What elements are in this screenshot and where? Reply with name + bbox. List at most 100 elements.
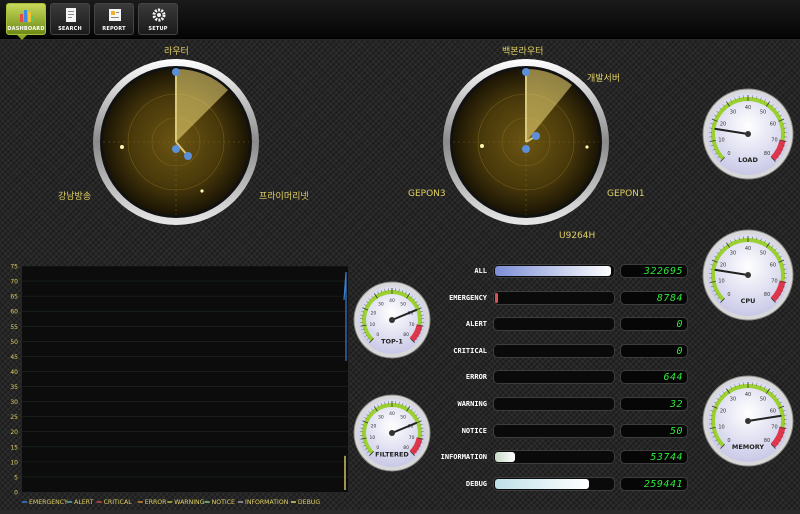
stat-row-alert[interactable]: ALERT 0 xyxy=(430,316,740,334)
gauge-scale-number: 30 xyxy=(730,251,736,257)
chart-y-tick-label: 5 xyxy=(14,474,18,481)
gauge-filtered: 01020304050607080FILTERED xyxy=(354,395,430,471)
stat-counter: 32 xyxy=(620,397,688,411)
chart-y-tick-label: 75 xyxy=(10,264,18,271)
gauge-hub xyxy=(389,430,395,436)
radar-label-gangnam: 강남방송 xyxy=(58,189,91,202)
radar-backbone xyxy=(443,59,609,225)
chart-legend-item: INFORMATION xyxy=(245,499,289,506)
stat-bar xyxy=(493,450,615,464)
gauge-scale-number: 10 xyxy=(370,435,376,441)
radar-node-primary[interactable] xyxy=(184,152,192,160)
chart-legend-item: ALERT xyxy=(74,499,93,506)
radar-node-router[interactable] xyxy=(172,68,180,76)
gauge-scale-number: 50 xyxy=(400,301,406,307)
gauge-scale-number: 50 xyxy=(760,110,766,116)
radar-node-backbone[interactable] xyxy=(522,68,530,76)
stat-label: ERROR xyxy=(466,373,487,381)
radar-label-backbone: 백본라우터 xyxy=(502,44,543,57)
event-chart: 051015202530354045505560657075EMERGENCYA… xyxy=(6,258,350,510)
stat-bar xyxy=(493,264,615,278)
gauge-scale-number: 30 xyxy=(378,301,384,307)
stat-counter: 50 xyxy=(620,424,688,438)
chart-y-tick-label: 15 xyxy=(10,444,18,451)
gauge-label: LOAD xyxy=(738,156,758,164)
gauge-scale-number: 80 xyxy=(764,438,770,444)
stat-bar xyxy=(493,317,615,331)
gauge-scale-number: 70 xyxy=(771,424,777,430)
radar-label-router: 라우터 xyxy=(164,44,189,57)
chart-y-tick-label: 0 xyxy=(14,490,18,497)
chart-y-tick-label: 10 xyxy=(10,459,18,466)
chart-y-tick-label: 70 xyxy=(10,279,18,286)
gauge-scale-number: 70 xyxy=(409,435,415,441)
stat-row-emergency[interactable]: EMERGENCY 8784 xyxy=(430,290,740,308)
gauge-label: TOP-1 xyxy=(381,337,403,345)
gauge-scale-number: 60 xyxy=(770,409,776,415)
gauge-scale-number: 70 xyxy=(409,322,415,328)
chart-y-tick-label: 25 xyxy=(10,414,18,421)
stat-row-critical[interactable]: CRITICAL0 xyxy=(430,343,740,361)
gauge-hub xyxy=(745,131,751,137)
chart-legend-item: CRITICAL xyxy=(104,499,133,506)
stat-counter: 8784 xyxy=(620,291,688,305)
radar-label-primary: 프라이머리넷 xyxy=(259,189,309,202)
stat-row-error[interactable]: ERROR 644 xyxy=(430,369,740,387)
gauge-scale-number: 50 xyxy=(400,414,406,420)
stat-label: ALERT xyxy=(466,320,487,328)
radar-blip xyxy=(585,145,588,148)
gauge-scale-number: 20 xyxy=(720,122,726,128)
stat-counter: 644 xyxy=(620,370,688,384)
chart-y-tick-label: 20 xyxy=(10,429,18,436)
stat-row-information[interactable]: INFORMATION53744 xyxy=(430,449,740,467)
gauge-scale-number: 70 xyxy=(771,278,777,284)
stat-bar-fill xyxy=(495,293,498,303)
gauge-scale-number: 30 xyxy=(378,414,384,420)
stat-row-warning[interactable]: WARNING 32 xyxy=(430,396,740,414)
radar-label-gepon1: GEPON1 xyxy=(607,189,645,199)
radar-blip xyxy=(200,189,203,192)
chart-y-tick-label: 30 xyxy=(10,399,18,406)
stat-row-all[interactable]: ALL322695 xyxy=(430,263,740,281)
chart-plot-area xyxy=(22,266,348,492)
radar-node-dev[interactable] xyxy=(532,132,540,140)
radar-node-center[interactable] xyxy=(172,145,180,153)
stat-counter: 0 xyxy=(620,317,688,331)
radar-node-center[interactable] xyxy=(522,145,530,153)
stat-bar xyxy=(493,344,615,358)
gauge-scale-number: 70 xyxy=(771,137,777,143)
gauge-hub xyxy=(389,317,395,323)
chart-y-tick-label: 65 xyxy=(10,294,18,301)
gauge-scale-number: 60 xyxy=(770,263,776,269)
gauge-scale-number: 0 xyxy=(727,151,730,157)
event-chart-svg: 051015202530354045505560657075EMERGENCYA… xyxy=(6,258,350,510)
gauge-load: 01020304050607080LOAD xyxy=(703,89,793,179)
radar-label-gepon3: GEPON3 xyxy=(408,189,446,199)
gauge-label: FILTERED xyxy=(375,450,409,458)
stat-label: WARNING xyxy=(457,400,487,408)
radar-blip xyxy=(480,144,484,148)
stat-label: INFORMATION xyxy=(441,453,487,461)
stat-label: DEBUG xyxy=(466,480,487,488)
radar-blip xyxy=(120,145,124,149)
stat-row-debug[interactable]: DEBUG259441 xyxy=(430,476,740,494)
stat-row-notice[interactable]: NOTICE50 xyxy=(430,423,740,441)
stat-bar xyxy=(493,291,615,305)
chart-y-tick-label: 50 xyxy=(10,339,18,346)
gauge-top1: 01020304050607080TOP-1 xyxy=(354,282,430,358)
gauge-scale-number: 20 xyxy=(371,310,377,316)
gauge-label: CPU xyxy=(741,297,756,305)
stat-counter: 0 xyxy=(620,344,688,358)
radar-router xyxy=(93,59,259,225)
chart-y-tick-label: 45 xyxy=(10,354,18,361)
chart-legend-item: NOTICE xyxy=(212,499,235,506)
chart-legend-item: EMERGENCY xyxy=(29,499,68,506)
radar-label-devserver: 개발서버 xyxy=(587,71,620,84)
chart-legend-item: WARNING xyxy=(174,499,204,506)
chart-y-tick-label: 35 xyxy=(10,384,18,391)
stat-bar xyxy=(493,424,615,438)
gauge-scale-number: 80 xyxy=(764,151,770,157)
stat-bar-fill xyxy=(495,452,515,462)
stat-label: EMERGENCY xyxy=(449,294,487,302)
stat-bar-fill xyxy=(495,266,611,276)
